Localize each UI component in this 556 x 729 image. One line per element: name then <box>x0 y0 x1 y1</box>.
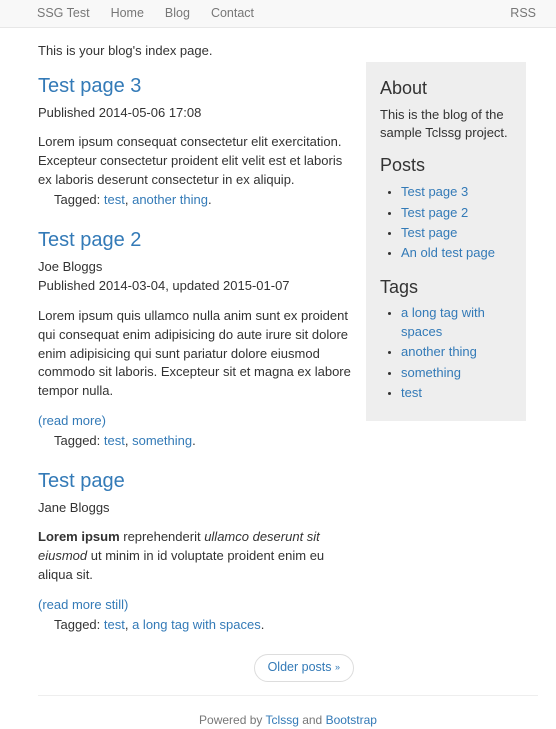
post-title-link[interactable]: Test page <box>38 470 125 492</box>
read-more-link[interactable]: (read more still) <box>38 596 358 615</box>
sidebar-about-heading: About <box>380 78 428 98</box>
nav-link-blog[interactable]: Blog <box>165 5 190 23</box>
sidebar-tags-heading: Tags <box>380 276 419 297</box>
post-divider-space <box>38 455 358 470</box>
post-item: Test page Jane Bloggs Lorem ipsum repreh… <box>38 470 358 635</box>
post-title-link[interactable]: Test page 2 <box>38 229 141 251</box>
tag-link[interactable]: a long tag with spaces <box>132 617 261 632</box>
list-item: another thing <box>401 343 512 361</box>
footer-link-tclssg[interactable]: Tclssg <box>266 713 299 727</box>
chevron-right-icon: » <box>334 662 340 673</box>
navbar: SSG Test Home Blog Contact RSS <box>0 0 556 28</box>
sidebar-tag-link[interactable]: a long tag with spaces <box>401 305 485 338</box>
index-intro-text: This is your blog's index page. <box>38 43 213 58</box>
post-body: Lorem ipsum consequat consectetur elit e… <box>38 134 343 188</box>
footer-prefix: Powered by <box>199 712 266 727</box>
older-posts-label: Older posts <box>267 660 332 675</box>
tag-link[interactable]: test <box>104 192 125 207</box>
sidebar-panel: About This is the blog of the sample Tcl… <box>366 62 526 421</box>
footer-middle: and <box>298 712 326 727</box>
main-content: This is your blog's index page. Test pag… <box>38 28 358 682</box>
list-item: something <box>401 364 512 382</box>
navbar-brand[interactable]: SSG Test <box>37 5 90 23</box>
pager: Older posts » <box>38 654 358 682</box>
tag-link[interactable]: test <box>104 433 125 448</box>
sidebar-post-link[interactable]: Test page 3 <box>401 184 468 199</box>
sidebar-tags-list: a long tag with spaces another thing som… <box>380 304 512 402</box>
navbar-right-group: RSS <box>510 5 536 23</box>
nav-link-rss[interactable]: RSS <box>510 5 536 23</box>
post-published: Published 2014-03-04, updated 2015-01-07 <box>38 277 290 293</box>
list-item: An old test page <box>401 244 512 262</box>
list-item: a long tag with spaces <box>401 304 512 341</box>
post-body: Lorem ipsum reprehenderit ullamco deseru… <box>38 528 358 585</box>
tag-link[interactable]: something <box>132 433 192 448</box>
post-tagged-line: Tagged: test, something. <box>54 432 196 448</box>
tag-link[interactable]: test <box>104 617 125 632</box>
post-divider-space <box>38 214 358 229</box>
sidebar-tag-link[interactable]: another thing <box>401 344 477 359</box>
post-item: Test page 3 Published 2014-05-06 17:08 L… <box>38 75 358 210</box>
post-title-link[interactable]: Test page 3 <box>38 75 141 97</box>
post-author: Joe Bloggs <box>38 258 103 274</box>
post-item: Test page 2 Joe Bloggs Published 2014-03… <box>38 229 358 451</box>
sidebar-about-text: This is the blog of the sample Tclssg pr… <box>380 106 508 140</box>
list-item: Test page 3 <box>401 183 512 201</box>
post-body-mid: reprehenderit <box>119 529 205 545</box>
sidebar-post-link[interactable]: An old test page <box>401 245 495 260</box>
sidebar-posts-heading: Posts <box>380 155 426 176</box>
post-body: Lorem ipsum quis ullamco nulla anim sunt… <box>38 307 351 399</box>
older-posts-button[interactable]: Older posts » <box>253 654 354 682</box>
post-author: Jane Bloggs <box>38 499 110 515</box>
sidebar-column: About This is the blog of the sample Tcl… <box>366 28 526 421</box>
footer-wrapper: Powered by Tclssg and Bootstrap <box>38 694 538 729</box>
sidebar-tag-link[interactable]: something <box>401 365 461 380</box>
list-item: test <box>401 384 512 402</box>
sidebar-tag-link[interactable]: test <box>401 385 422 400</box>
footer: Powered by Tclssg and Bootstrap <box>38 696 538 729</box>
post-body-bold: Lorem ipsum <box>38 529 120 545</box>
nav-link-home[interactable]: Home <box>111 5 144 23</box>
tagged-label: Tagged: <box>54 192 101 208</box>
nav-link-contact[interactable]: Contact <box>211 5 254 23</box>
list-item: Test page 2 <box>401 204 512 222</box>
footer-link-bootstrap[interactable]: Bootstrap <box>326 713 377 727</box>
sidebar-post-link[interactable]: Test page <box>401 225 457 240</box>
sidebar-posts-list: Test page 3 Test page 2 Test page An old… <box>380 183 512 263</box>
post-tagged-line: Tagged: test, a long tag with spaces. <box>54 616 265 632</box>
post-published: Published 2014-05-06 17:08 <box>38 104 202 120</box>
tagged-label: Tagged: <box>54 616 101 632</box>
list-item: Test page <box>401 224 512 242</box>
post-tagged-line: Tagged: test, another thing. <box>54 192 212 208</box>
read-more-link[interactable]: (read more) <box>38 412 358 431</box>
page-container: This is your blog's index page. Test pag… <box>0 28 556 682</box>
navbar-left-group: SSG Test Home Blog Contact <box>37 5 510 23</box>
tag-link[interactable]: another thing <box>132 192 208 207</box>
tagged-label: Tagged: <box>54 432 101 448</box>
sidebar-post-link[interactable]: Test page 2 <box>401 205 468 220</box>
